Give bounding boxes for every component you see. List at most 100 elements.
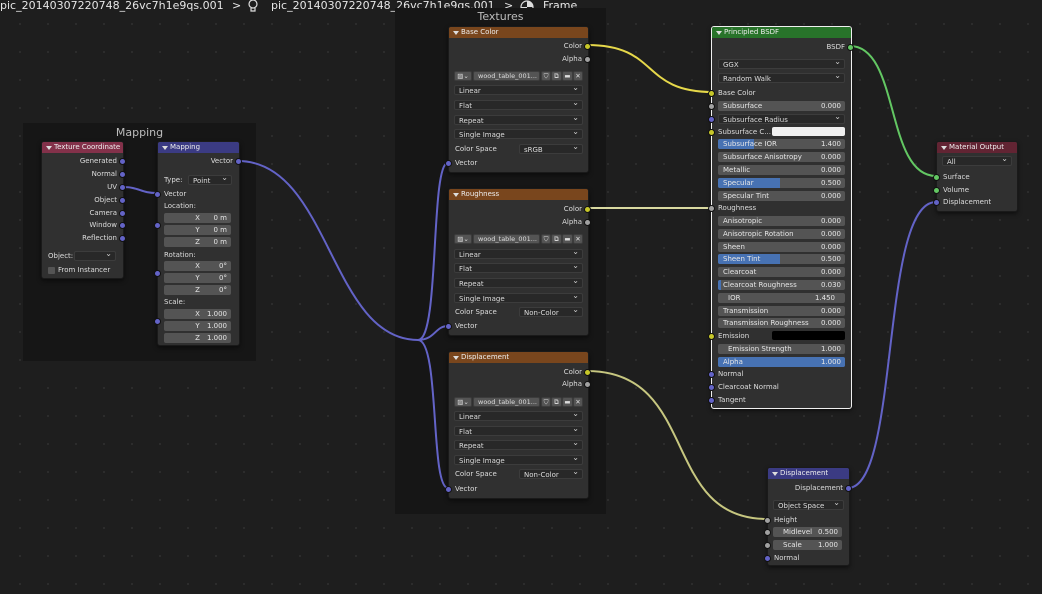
emission-color-swatch[interactable] [772,331,845,340]
socket[interactable] [119,158,126,165]
socket[interactable] [708,384,715,391]
node-header[interactable]: Texture Coordinate [42,142,123,153]
subsurface-field[interactable]: Subsurface 0.000 [718,101,845,111]
metallic-field[interactable]: Metallic 0.000 [718,165,845,175]
specular-field[interactable]: Specular 0.500 [718,178,845,188]
socket[interactable] [154,222,161,229]
rotation-y[interactable]: Y 0° [164,273,231,283]
projection-dropdown[interactable]: Flat [454,98,583,110]
fake-user-icon[interactable]: ⛉ [541,397,551,407]
socket[interactable] [708,103,715,110]
socket[interactable] [708,205,715,212]
anisotropic-field[interactable]: Anisotropic 0.000 [718,216,845,226]
sheen-tint-field[interactable]: Sheen Tint 0.500 [718,254,845,264]
image-selector[interactable]: ▨⌄ wood_table_001... ⛉ ⧉ ▬ ✕ [454,397,583,408]
source-dropdown[interactable]: Single Image [454,453,583,465]
close-icon[interactable]: ✕ [573,71,583,81]
socket[interactable] [235,158,242,165]
socket[interactable] [708,116,715,123]
socket[interactable] [933,199,940,206]
socket[interactable] [584,43,591,50]
interpolation-dropdown[interactable]: Linear [454,83,583,95]
node-header[interactable]: Mapping [158,142,239,153]
image-name[interactable]: wood_table_001... [473,397,540,407]
base-color-texture-node[interactable]: Base Color Color Alpha ▨⌄ wood_table_001… [445,26,591,173]
color-space-dropdown[interactable]: Non-Color [519,305,583,317]
duplicate-icon[interactable]: ⧉ [551,71,562,81]
subsurface-method-dropdown[interactable]: Random Walk [718,71,845,83]
image-browse-icon[interactable]: ▨⌄ [454,71,472,81]
interpolation-dropdown[interactable]: Linear [454,247,583,259]
location-y[interactable]: Y0 m [164,225,231,235]
socket[interactable] [847,44,854,51]
socket[interactable] [584,381,591,388]
socket[interactable] [154,191,161,198]
interpolation-dropdown[interactable]: Linear [454,409,583,421]
socket[interactable] [445,323,452,330]
socket[interactable] [764,542,771,549]
transmission-roughness-field[interactable]: Transmission Roughness 0.000 [718,318,845,328]
node-header[interactable]: Principled BSDF [712,27,851,38]
socket[interactable] [708,397,715,404]
socket[interactable] [764,517,771,524]
displacement-texture-node[interactable]: Displacement Color Alpha ▨⌄ wood_table_0… [445,351,591,499]
subsurface-color-swatch[interactable] [772,127,845,136]
scale-z[interactable]: Z 1.000 [164,333,231,343]
roughness-texture-node[interactable]: Roughness Color Alpha ▨⌄ wood_table_001.… [445,188,591,336]
socket[interactable] [764,529,771,536]
rotation-z[interactable]: Z 0° [164,285,231,295]
anisotropic-rotation-field[interactable]: Anisotropic Rotation 0.000 [718,229,845,239]
subsurface-ior-field[interactable]: Subsurface IOR 1.400 [718,139,845,149]
socket[interactable] [154,270,161,277]
image-selector[interactable]: ▨⌄ wood_table_001... ⛉ ⧉ ▬ ✕ [454,71,583,82]
socket[interactable] [584,206,591,213]
subsurface-anisotropy-field[interactable]: Subsurface Anisotropy 0.000 [718,152,845,162]
alpha-field[interactable]: Alpha 1.000 [718,357,845,367]
space-dropdown[interactable]: Object Space [773,498,844,510]
duplicate-icon[interactable]: ⧉ [551,397,562,407]
image-selector[interactable]: ▨⌄ wood_table_001... ⛉ ⧉ ▬ ✕ [454,234,583,245]
type-dropdown[interactable]: Point [188,173,232,185]
socket[interactable] [584,219,591,226]
clearcoat-field[interactable]: Clearcoat 0.000 [718,267,845,277]
location-z[interactable]: Z0 m [164,237,231,247]
open-folder-icon[interactable]: ▬ [562,234,573,244]
target-dropdown[interactable]: All [942,154,1012,166]
close-icon[interactable]: ✕ [573,397,583,407]
midlevel-field[interactable]: Midlevel 0.500 [773,527,842,537]
image-name[interactable]: wood_table_001... [473,71,540,81]
image-name[interactable]: wood_table_001... [473,234,540,244]
socket[interactable] [708,333,715,340]
node-header[interactable]: Material Output [937,142,1017,153]
distribution-dropdown[interactable]: GGX [718,57,845,69]
socket[interactable] [119,184,126,191]
socket[interactable] [764,555,771,562]
socket[interactable] [119,197,126,204]
socket[interactable] [584,56,591,63]
ior-field[interactable]: IOR 1.450 [718,293,845,303]
from-instancer-checkbox[interactable] [48,267,55,274]
specular-tint-field[interactable]: Specular Tint 0.000 [718,191,845,201]
clearcoat-roughness-field[interactable]: Clearcoat Roughness 0.030 [718,280,845,290]
socket[interactable] [708,129,715,136]
transmission-field[interactable]: Transmission 0.000 [718,306,845,316]
color-space-dropdown[interactable]: Non-Color [519,467,583,479]
color-space-dropdown[interactable]: sRGB [519,142,583,154]
material-output-node[interactable]: Material Output All Surface Volume Displ… [933,141,1018,212]
socket[interactable] [119,171,126,178]
socket[interactable] [845,485,852,492]
image-browse-icon[interactable]: ▨⌄ [454,234,472,244]
mapping-node[interactable]: Mapping Vector Type: Point Vector Locati… [154,141,242,346]
socket[interactable] [933,187,940,194]
node-header[interactable]: Displacement [768,468,849,479]
location-x[interactable]: X0 m [164,213,231,223]
emission-strength-field[interactable]: Emission Strength 1.000 [718,344,845,354]
socket[interactable] [445,486,452,493]
image-browse-icon[interactable]: ▨⌄ [454,397,472,407]
socket[interactable] [584,369,591,376]
object-field[interactable] [74,249,116,261]
source-dropdown[interactable]: Single Image [454,127,583,139]
extension-dropdown[interactable]: Repeat [454,113,583,125]
socket[interactable] [708,90,715,97]
texture-coordinate-node[interactable]: Texture Coordinate Generated Normal UV O… [41,141,126,279]
